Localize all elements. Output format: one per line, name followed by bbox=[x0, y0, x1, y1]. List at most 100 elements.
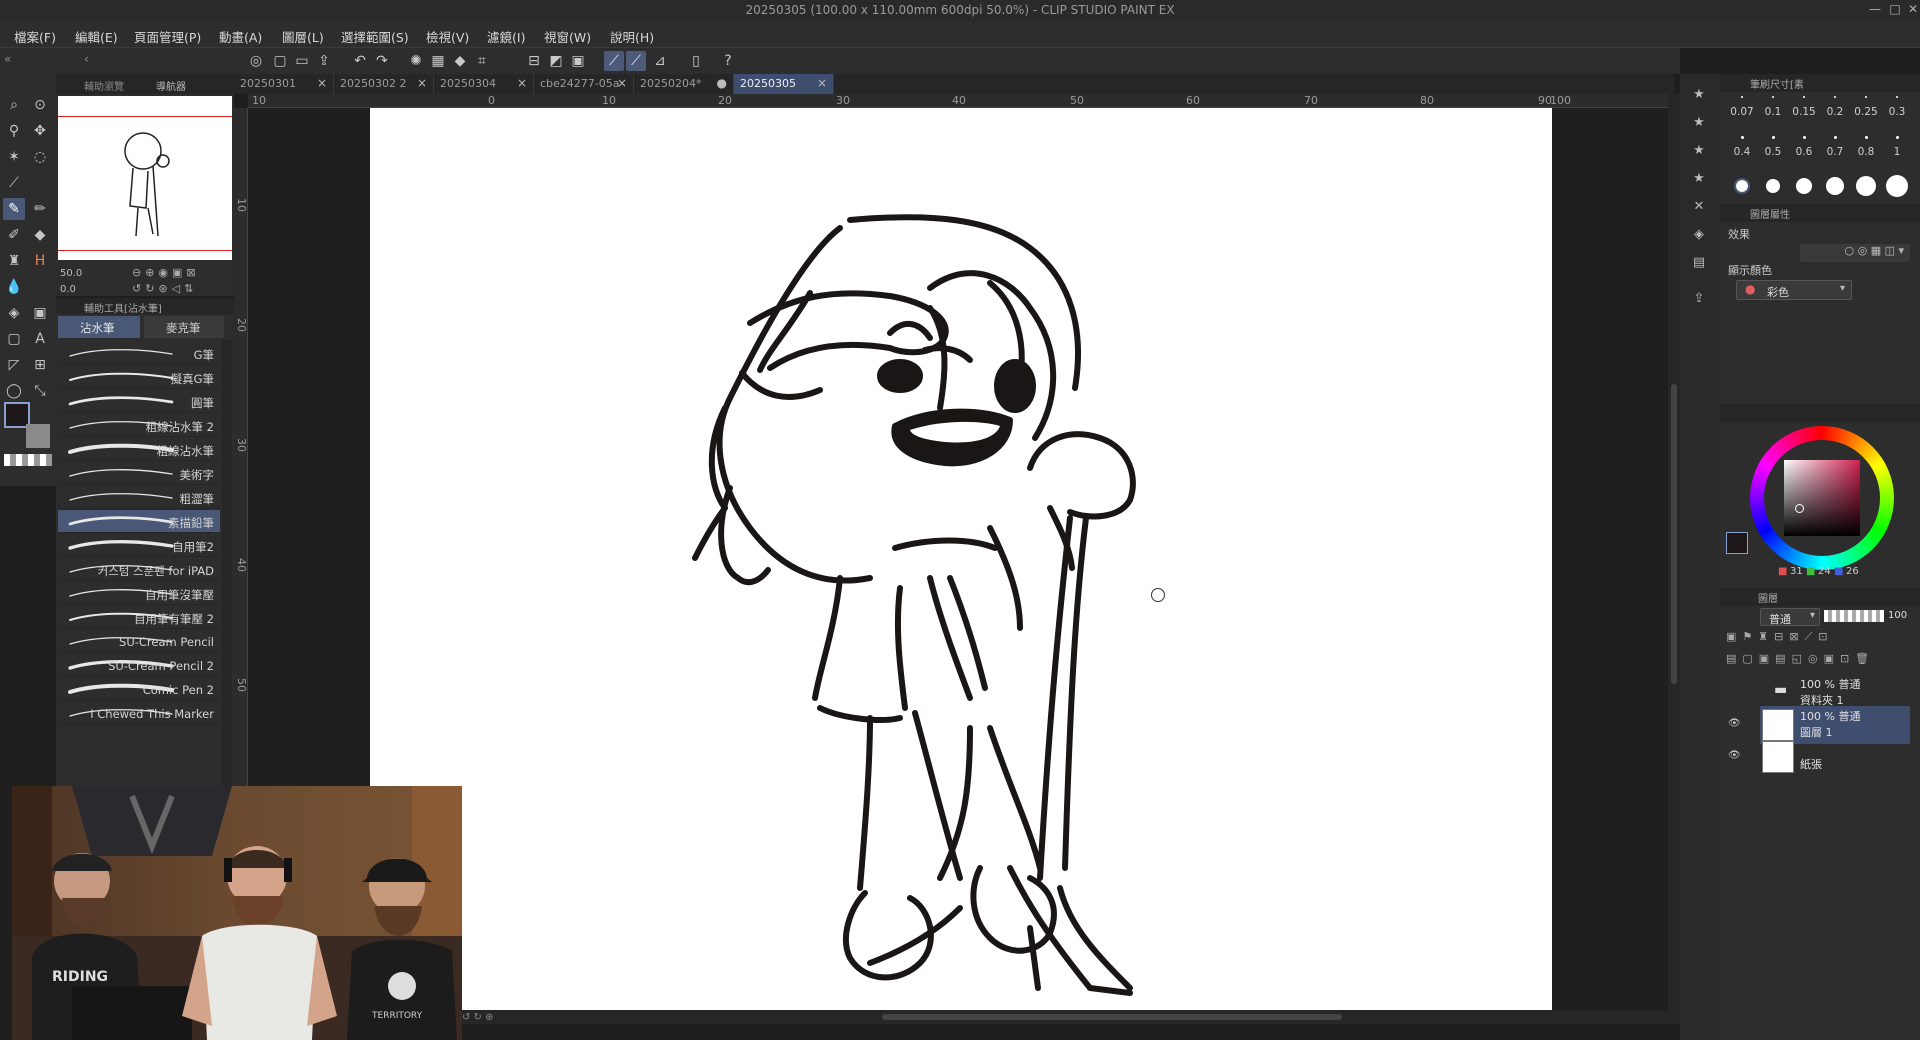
canvas-paper[interactable] bbox=[370, 108, 1552, 1010]
menu-window[interactable]: 視窗(W) bbox=[544, 27, 591, 46]
menu-filter[interactable]: 濾鏡(I) bbox=[487, 27, 525, 46]
blend-mode-select[interactable]: 普通 ▾ bbox=[1760, 608, 1820, 626]
brush-item[interactable]: 粗線沾水筆 bbox=[58, 438, 220, 461]
brush-item[interactable]: 自用筆沒筆壓 bbox=[58, 582, 220, 605]
brush-size-dot[interactable] bbox=[1802, 136, 1806, 139]
blend-tool-icon[interactable]: ♜ bbox=[3, 250, 25, 272]
save-icon[interactable]: ⇪ bbox=[314, 51, 334, 71]
tab-marker[interactable]: 麥克筆 bbox=[144, 316, 224, 338]
panel-star-icon[interactable]: ★ bbox=[1688, 84, 1710, 106]
brush-item[interactable]: G筆 bbox=[58, 342, 220, 365]
maximize-button[interactable]: □ bbox=[1886, 2, 1904, 18]
tab-20250304[interactable]: 20250304 × bbox=[434, 74, 534, 94]
panel-doc-icon[interactable]: ▤ bbox=[1688, 252, 1710, 274]
menu-file[interactable]: 檔案(F) bbox=[14, 27, 56, 46]
brush-item[interactable]: 美術字 bbox=[58, 462, 220, 485]
layer-row[interactable]: 紙張 bbox=[1760, 738, 1910, 776]
close-button[interactable]: ✕ bbox=[1904, 2, 1920, 18]
clear-outside-icon[interactable]: ▦ bbox=[428, 51, 448, 71]
magic-wand-icon[interactable]: ✶ bbox=[3, 146, 25, 168]
tab-close-icon[interactable]: × bbox=[417, 76, 427, 90]
brush-size-label[interactable]: 0.1 bbox=[1759, 106, 1787, 118]
brush-item[interactable]: 粗澀筆 bbox=[58, 486, 220, 509]
undo-icon[interactable]: ↶ bbox=[350, 51, 370, 71]
brush-size-dot[interactable] bbox=[1865, 96, 1867, 98]
selection-tool-icon[interactable]: ◌ bbox=[29, 146, 51, 168]
text-tool-icon[interactable]: A bbox=[29, 328, 51, 350]
zoom-tool-icon[interactable]: ⌕ bbox=[3, 94, 25, 116]
pen-tool-icon[interactable]: ✎ bbox=[3, 198, 25, 220]
horizontal-scrollbar[interactable]: ↺ ↻ ⊕ bbox=[462, 1010, 1668, 1024]
tab-close-icon[interactable]: × bbox=[317, 76, 327, 90]
subtool-scrollbar[interactable] bbox=[222, 340, 232, 788]
studio-icon[interactable]: ◎ bbox=[246, 51, 266, 71]
tab-cbe24277[interactable]: cbe24277-05a × bbox=[534, 74, 634, 94]
color-picker-handle[interactable] bbox=[1795, 504, 1804, 513]
menu-edit[interactable]: 編輯(E) bbox=[75, 27, 118, 46]
brush-size-dot[interactable] bbox=[1766, 179, 1780, 193]
balloon-tool-icon[interactable]: ⊞ bbox=[29, 354, 51, 376]
speech-tool-icon[interactable]: ◯ bbox=[3, 380, 25, 402]
eraser-tool-icon[interactable]: ◆ bbox=[29, 224, 51, 246]
brush-size-dot[interactable] bbox=[1740, 136, 1744, 139]
zoom-value[interactable]: 50.0 bbox=[60, 268, 82, 279]
opacity-value[interactable]: 100 bbox=[1888, 610, 1907, 621]
snap-grid-icon[interactable]: ▣ bbox=[568, 51, 588, 71]
transparent-color-swatch[interactable] bbox=[4, 454, 52, 466]
menu-layer[interactable]: 圖層(L) bbox=[282, 27, 324, 46]
new-file-icon[interactable]: ▢ bbox=[270, 51, 290, 71]
panel-close-icon[interactable]: ✕ bbox=[1688, 196, 1710, 218]
brush-size-label[interactable]: 0.15 bbox=[1790, 106, 1818, 118]
brush-item[interactable]: 粗線沾水筆 2 bbox=[58, 414, 220, 437]
saturation-value-square[interactable] bbox=[1784, 460, 1860, 536]
brush-tool-icon[interactable]: ✐ bbox=[3, 224, 25, 246]
redo-icon[interactable]: ↷ bbox=[372, 51, 392, 71]
menu-help[interactable]: 說明(H) bbox=[610, 27, 654, 46]
brush-size-dot[interactable] bbox=[1886, 175, 1908, 197]
panel-star-icon[interactable]: ★ bbox=[1688, 168, 1710, 190]
snap-special-icon[interactable]: ◩ bbox=[546, 51, 566, 71]
frame-tool-icon[interactable]: ◸ bbox=[3, 354, 25, 376]
tab-20250204[interactable]: 20250204* ● bbox=[634, 74, 734, 94]
eyedropper-icon[interactable]: ⟋ bbox=[3, 172, 25, 194]
brush-size-label[interactable]: 0.8 bbox=[1852, 146, 1880, 158]
brush-size-dot[interactable] bbox=[1896, 96, 1898, 98]
tab-sub-view[interactable]: 輔助瀏覽 bbox=[84, 78, 124, 93]
decoration-tool-icon[interactable]: 💧 bbox=[3, 276, 25, 298]
brush-item[interactable]: 圓筆 bbox=[58, 390, 220, 413]
tab-20250305[interactable]: 20250305 × bbox=[734, 74, 834, 94]
pencil-tool-icon[interactable]: ✏ bbox=[29, 198, 51, 220]
panel-export-icon[interactable]: ⇪ bbox=[1688, 288, 1710, 310]
ruler-tool-icon[interactable]: H bbox=[29, 250, 51, 272]
scroll-thumb[interactable] bbox=[1671, 384, 1677, 684]
device-icon[interactable]: ▯ bbox=[686, 51, 706, 71]
brush-size-label[interactable]: 0.7 bbox=[1821, 146, 1849, 158]
brush-item[interactable]: I Chewed This Marker bbox=[58, 702, 220, 725]
dock-collapse-icon[interactable]: « bbox=[4, 52, 11, 66]
tab-close-icon[interactable]: × bbox=[517, 76, 527, 90]
fill-tool-icon[interactable]: ◈ bbox=[3, 302, 25, 324]
shape-tool-icon[interactable]: ▢ bbox=[3, 328, 25, 350]
brush-size-label[interactable]: 0.25 bbox=[1852, 106, 1880, 118]
brush-item[interactable]: SU-Cream Pencil 2 bbox=[58, 654, 220, 677]
brush-size-label[interactable]: 0.2 bbox=[1821, 106, 1849, 118]
brush-size-label[interactable]: 0.5 bbox=[1759, 146, 1787, 158]
brush-size-dot[interactable] bbox=[1833, 136, 1837, 139]
minimize-button[interactable]: — bbox=[1866, 2, 1884, 18]
dock-expand-icon[interactable]: ‹ bbox=[84, 52, 89, 66]
tab-modified-icon[interactable]: ● bbox=[717, 76, 727, 90]
brush-size-dot[interactable] bbox=[1803, 96, 1805, 98]
zoom-controls-icon[interactable]: ⊖⊕◉▣⊠ bbox=[132, 266, 200, 279]
brush-size-label[interactable]: 0.4 bbox=[1728, 146, 1756, 158]
lasso-tool-icon[interactable]: ⊙ bbox=[29, 94, 51, 116]
brush-size-dot[interactable] bbox=[1796, 178, 1812, 194]
brush-size-dot[interactable] bbox=[1834, 96, 1836, 98]
panel-drop-icon[interactable]: ◈ bbox=[1688, 224, 1710, 246]
brush-item[interactable]: SU-Cream Pencil bbox=[58, 630, 220, 653]
rotate-value[interactable]: 0.0 bbox=[60, 284, 76, 295]
correct-line-icon[interactable]: ⤡ bbox=[29, 380, 51, 402]
brush-item[interactable]: 自用筆2 bbox=[58, 534, 220, 557]
layer-lock-icons[interactable]: ▣⚑♜⊟⊠⟋⊡ bbox=[1726, 630, 1916, 646]
layer-visibility-icon[interactable]: 👁 bbox=[1728, 750, 1741, 761]
tab-close-icon[interactable]: × bbox=[617, 76, 627, 90]
